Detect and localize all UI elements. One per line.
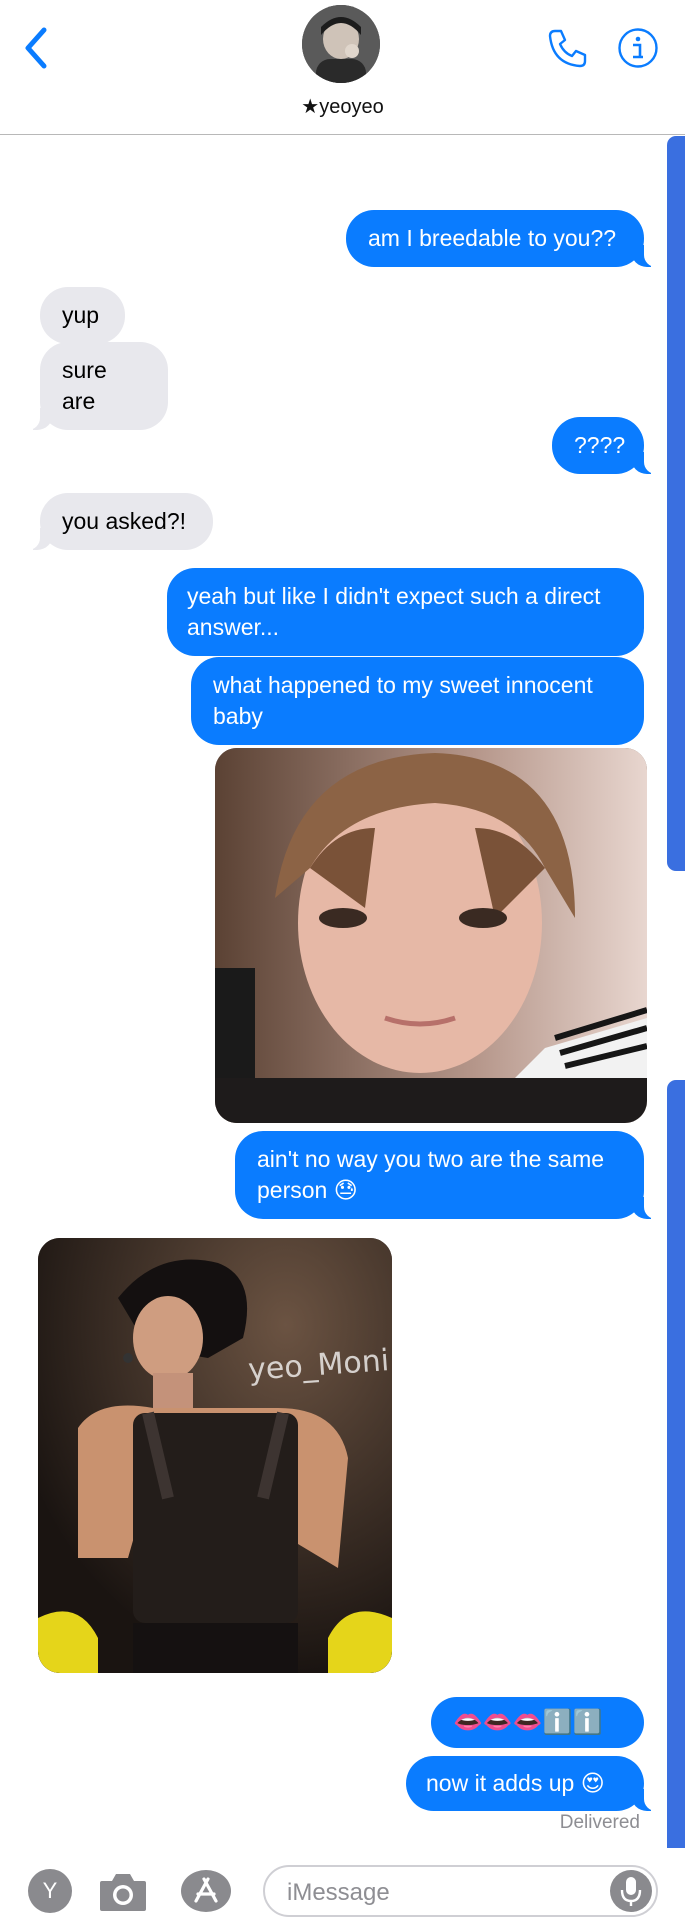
phone-icon[interactable] [545, 26, 589, 70]
message-text: am I breedable to you?? [368, 225, 617, 251]
message-photo-incoming[interactable]: yeo_Moni [38, 1238, 392, 1673]
app-store-icon[interactable] [180, 1869, 232, 1913]
message-input-placeholder: iMessage [287, 1879, 390, 1906]
message-outgoing[interactable]: yeah but like I didn't expect such a dir… [167, 568, 644, 656]
message-text: yup [62, 302, 100, 328]
message-text: you asked?! [62, 508, 187, 534]
message-text: yeah but like I didn't expect such a dir… [187, 583, 601, 640]
message-text: ain't no way you two are the same person… [257, 1146, 605, 1203]
message-incoming[interactable]: sure are [26, 342, 168, 430]
message-outgoing[interactable]: ???? [552, 417, 658, 474]
back-chevron-icon[interactable] [22, 26, 52, 70]
message-text: now it adds up 😍 [426, 1770, 605, 1796]
message-outgoing[interactable]: ain't no way you two are the same person… [235, 1131, 658, 1219]
scroll-indicator-bottom[interactable] [667, 1080, 685, 1860]
message-outgoing[interactable]: am I breedable to you?? [346, 210, 658, 267]
message-input[interactable]: iMessage [263, 1865, 658, 1917]
mic-icon[interactable] [610, 1870, 652, 1912]
message-incoming[interactable]: yup [40, 287, 125, 344]
scroll-indicator-top[interactable] [667, 136, 685, 871]
message-incoming[interactable]: you asked?! [26, 493, 213, 550]
message-text: ???? [574, 432, 626, 458]
delivered-status: Delivered [559, 1812, 640, 1833]
contact-avatar[interactable] [302, 5, 380, 83]
memoji-icon[interactable]: Y [28, 1869, 72, 1913]
message-photo-outgoing[interactable] [215, 748, 647, 1123]
contact-name[interactable]: ★yeoyeo [0, 94, 685, 119]
message-text: 👄👄👄ℹ️ℹ️ [453, 1709, 603, 1736]
message-text: sure are [62, 357, 107, 414]
message-outgoing[interactable]: now it adds up 😍 [406, 1756, 658, 1811]
conversation-header: ★yeoyeo [0, 0, 685, 135]
message-text: what happened to my sweet innocent baby [213, 672, 593, 729]
message-outgoing[interactable]: 👄👄👄ℹ️ℹ️ [431, 1697, 644, 1748]
message-outgoing[interactable]: what happened to my sweet innocent baby [191, 657, 644, 745]
camera-icon[interactable] [98, 1869, 148, 1913]
info-icon[interactable] [617, 27, 659, 69]
